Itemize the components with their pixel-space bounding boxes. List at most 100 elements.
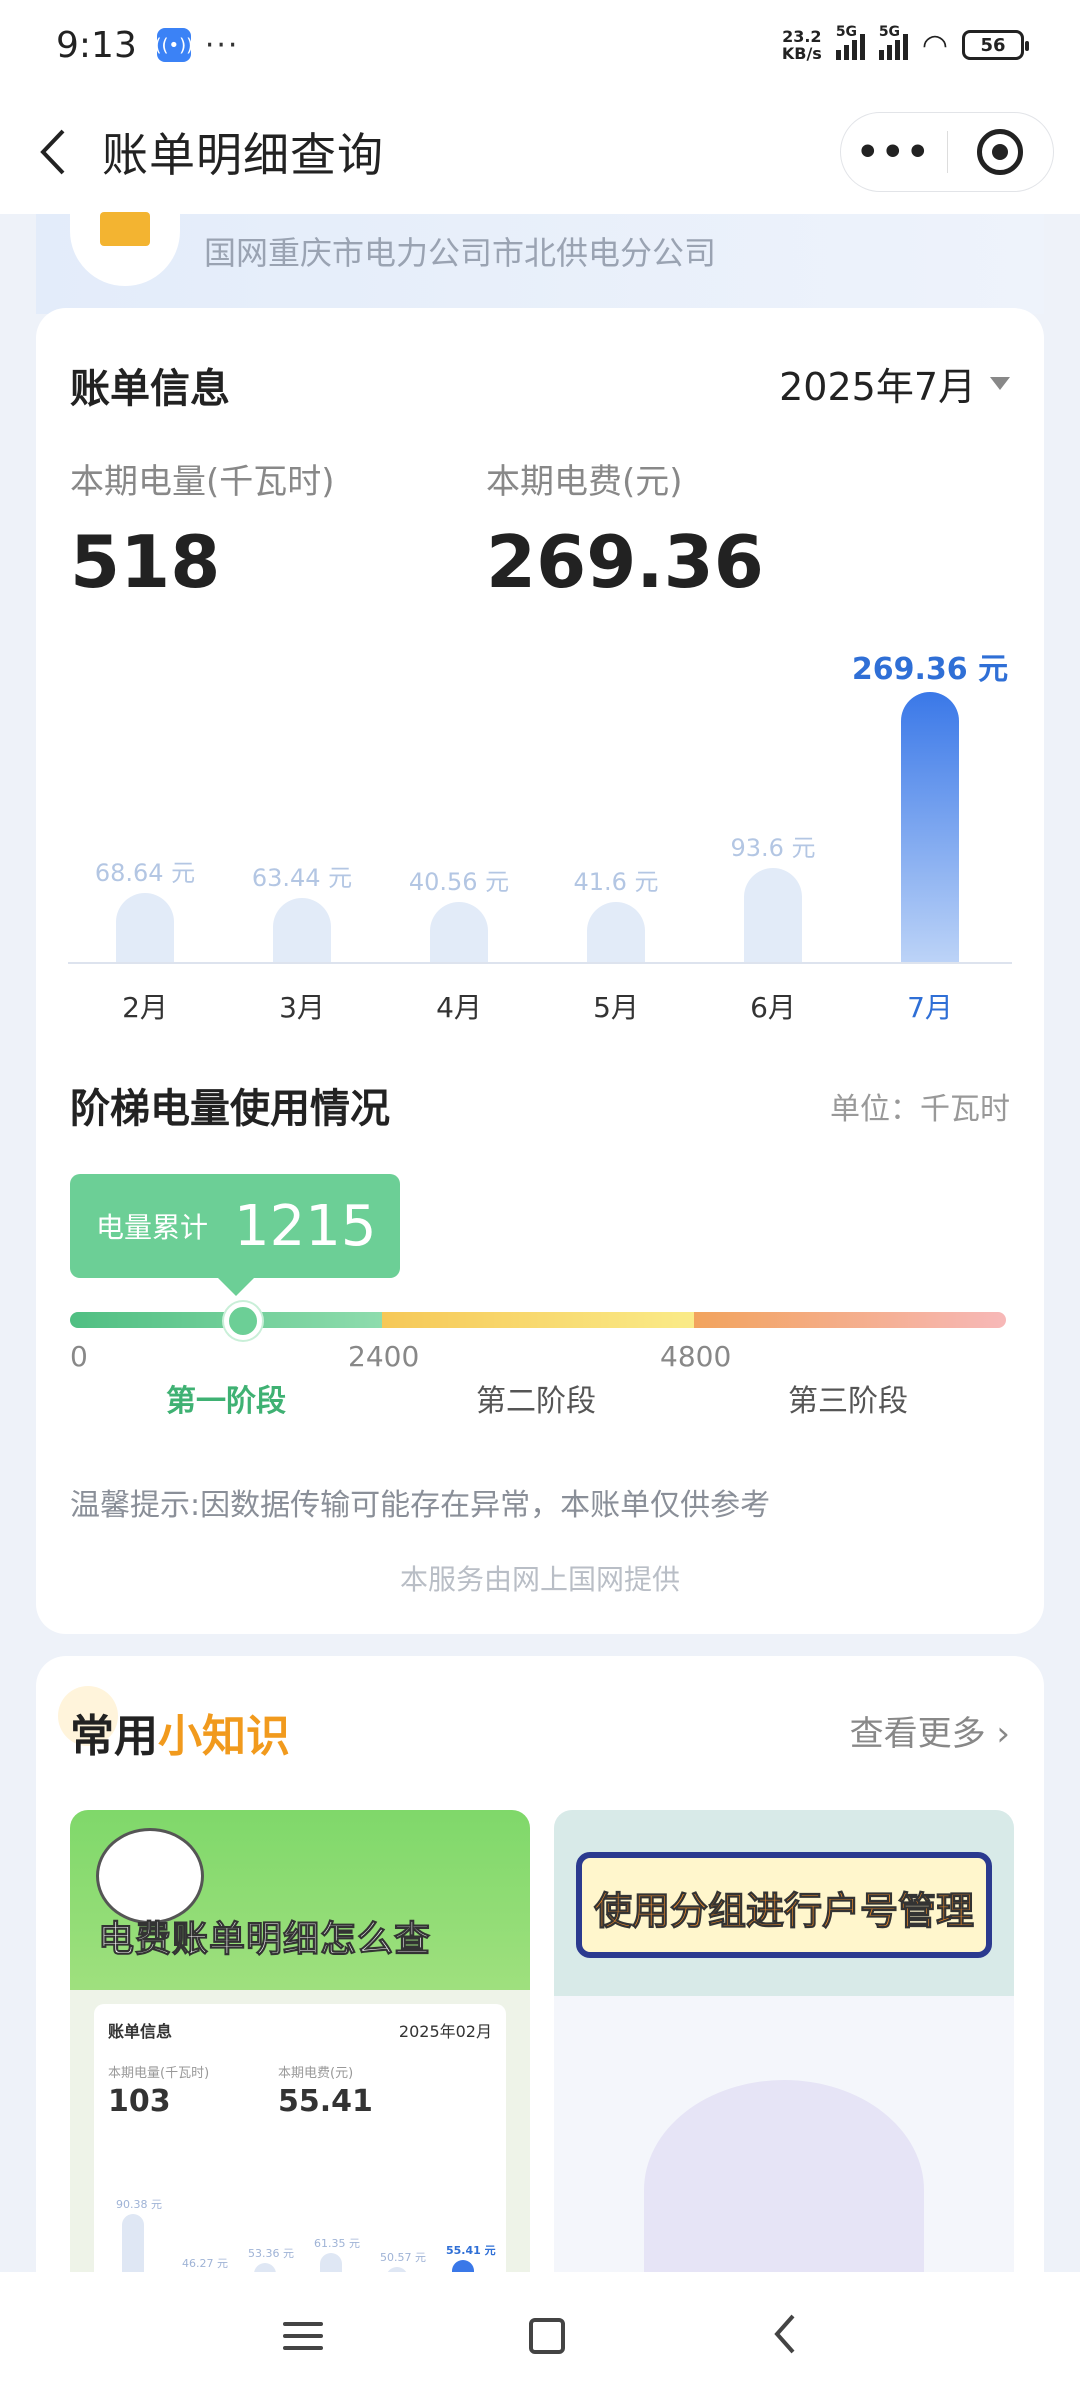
chart-value-label: 63.44 元 [251, 864, 353, 892]
tier-heading: 阶梯电量使用情况 [70, 1086, 390, 1132]
target-icon [977, 129, 1024, 175]
month-value: 2025年7月 [779, 365, 976, 409]
more-button[interactable]: ••• [841, 132, 947, 173]
account-header: 国网重庆市电力公司市北供电分公司 [36, 194, 1044, 314]
chart-month-label: 6月 [750, 991, 796, 1024]
mini-fee-label: 本期电费(元) [278, 2066, 354, 2081]
mini-heading: 账单信息 [108, 2022, 173, 2041]
cumulative-value: 1215 [234, 1193, 377, 1259]
mini-chart-label: 53.36 元 [248, 2247, 294, 2260]
mini-chart-label: 50.57 元 [380, 2251, 426, 2264]
menu-icon[interactable] [283, 2314, 323, 2358]
home-icon[interactable] [529, 2318, 565, 2354]
mini-chart-label: 46.27 元 [182, 2257, 228, 2270]
fee-value: 269.36 [486, 520, 764, 604]
illustration [644, 2080, 924, 2300]
fee-label: 本期电费(元) [486, 462, 683, 502]
chart-value-label: 40.56 元 [408, 868, 510, 896]
cumulative-bubble: 电量累计 1215 [70, 1174, 400, 1296]
knowledge-heading-part1: 常用 [70, 1711, 158, 1762]
chart-bar-5月 [587, 902, 645, 962]
more-notifications-icon: ··· [204, 27, 240, 63]
speed-value: 23.2 [782, 27, 822, 46]
chart-month-label: 7月 [907, 991, 953, 1024]
usage-label: 本期电量(千瓦时) [70, 462, 335, 502]
back-icon[interactable] [32, 122, 72, 182]
tier-progress-knob [224, 1302, 262, 1340]
status-bar: 9:13 ((•)) ··· 23.2 KB/s 5G 5G ◠ 56 [0, 0, 1080, 90]
tier-unit: 单位：千瓦时 [830, 1092, 1010, 1127]
stage-1-label: 第一阶段 [166, 1384, 286, 1419]
month-selector[interactable]: 2025年7月 [779, 356, 1010, 411]
bill-heading: 账单信息 [70, 366, 230, 412]
dropdown-arrow-icon [990, 377, 1010, 390]
chart-value-label: 269.36 元 [851, 652, 1009, 687]
back-nav-icon[interactable] [771, 2312, 797, 2360]
chart-month-label: 2月 [122, 991, 168, 1024]
chart-bar-2月 [116, 893, 174, 962]
network-type-2: 5G [878, 24, 901, 40]
tier-tick-4800: 4800 [660, 1340, 732, 1373]
signal-icon: 5G [835, 24, 865, 60]
stage-2-label: 第二阶段 [476, 1384, 596, 1419]
knowledge-heading-part2: 小知识 [158, 1711, 290, 1762]
chart-month-label: 5月 [593, 991, 639, 1024]
chart-bar-4月 [430, 902, 488, 962]
service-provider: 本服务由网上国网提供 [399, 1563, 680, 1596]
chart-value-label: 68.64 元 [94, 859, 196, 887]
mini-program-capsule: ••• [840, 112, 1054, 192]
knowledge-item-account-groups[interactable]: 使用分组进行户号管理 [554, 1810, 1014, 2340]
tier-segment-2 [382, 1312, 694, 1328]
thumb-title: 电费账单明细怎么查 [97, 1919, 432, 1961]
usage-value: 518 [70, 520, 221, 604]
mini-chart-label: 55.41 元 [446, 2244, 496, 2257]
stage-3-label: 第三阶段 [788, 1384, 908, 1419]
tier-tick-0: 0 [70, 1340, 88, 1373]
mini-usage-value: 103 [108, 2084, 171, 2119]
thumb-banner: 使用分组进行户号管理 [554, 1810, 1014, 1996]
knowledge-card: 常用小知识 查看更多 › 电费账单明细怎么查 账单信息 2025年02月 本期电… [36, 1656, 1044, 2340]
knowledge-item-bill-detail[interactable]: 电费账单明细怎么查 账单信息 2025年02月 本期电量(千瓦时) 103 本期… [70, 1810, 530, 2340]
network-type-1: 5G [835, 24, 858, 40]
mini-chart-label: 61.35 元 [314, 2237, 360, 2250]
thumb-title: 使用分组进行户号管理 [593, 1889, 975, 1934]
knowledge-heading: 常用小知识 [70, 1700, 290, 1764]
close-button[interactable] [948, 129, 1054, 175]
chevron-right-icon: › [996, 1714, 1010, 1754]
monthly-fee-chart: 68.64 元 2月 63.44 元 3月 40.56 元 4月 41.6 元 5月 93.6 … [68, 628, 1012, 1024]
bill-card: 账单信息 2025年7月 本期电量(千瓦时) 518 本期电费(元) 269.3… [36, 308, 1044, 1634]
chart-value-label: 93.6 元 [730, 834, 816, 862]
org-logo [70, 194, 180, 286]
signal-icon-2: 5G [878, 24, 908, 60]
battery-icon: 56 [962, 30, 1029, 60]
network-speed: 23.2 KB/s [782, 28, 822, 62]
tier-tick-2400: 2400 [348, 1340, 420, 1373]
mini-month: 2025年02月 [398, 2022, 492, 2041]
see-more-link[interactable]: 查看更多 › [850, 1706, 1010, 1755]
speed-unit: KB/s [781, 44, 822, 63]
chart-month-label: 3月 [279, 991, 325, 1024]
status-time: 9:13 [56, 24, 137, 66]
notification-app-icon: ((•)) [154, 28, 193, 62]
title-banner: 使用分组进行户号管理 [576, 1852, 992, 1958]
mini-usage-label: 本期电量(千瓦时) [108, 2066, 210, 2081]
notice-tip: 温馨提示:因数据传输可能存在异常，本账单仅供参考 [70, 1488, 771, 1523]
chart-bar-3月 [273, 898, 331, 962]
mini-fee-value: 55.41 [278, 2084, 373, 2119]
see-more-label: 查看更多 [849, 1714, 986, 1754]
chart-value-label: 41.6 元 [573, 868, 659, 896]
chart-month-label: 4月 [436, 991, 482, 1024]
page-title: 账单明细查询 [102, 128, 384, 182]
org-name: 国网重庆市电力公司市北供电分公司 [204, 234, 717, 272]
tier-segment-3 [694, 1312, 1006, 1328]
tier-track [70, 1312, 1006, 1328]
chart-baseline [68, 962, 1012, 964]
system-nav-bar [0, 2272, 1080, 2400]
chart-bar-6月 [744, 868, 802, 962]
status-right: 23.2 KB/s 5G 5G ◠ 56 [782, 24, 1029, 63]
thumb-banner: 电费账单明细怎么查 [70, 1810, 530, 1990]
wifi-icon: ◠ [921, 27, 948, 63]
cumulative-label: 电量累计 [96, 1211, 209, 1244]
mini-chart-label: 90.38 元 [116, 2198, 162, 2211]
chart-bar-7月 [901, 692, 959, 962]
